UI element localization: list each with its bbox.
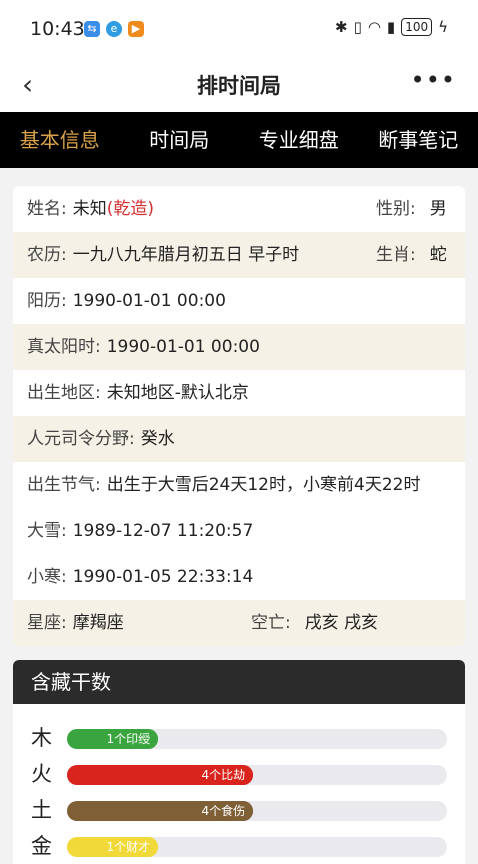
info-row-true-solar: 真太阳时: 1990-01-01 00:00 [13,324,465,370]
video-app-icon: ▶ [128,21,144,37]
bar-track: 4个食伤 [67,801,447,821]
kongwang-value: 戌亥 戌亥 [305,613,378,633]
true-solar-value: 1990-01-01 00:00 [107,337,260,357]
bar-track: 1个印绶 [67,729,447,749]
nav-bar: ‹ 排时间局 ••• [0,58,478,112]
siling-value: 癸水 [141,429,175,449]
element-name: 木 [31,722,52,752]
info-row-region: 出生地区: 未知地区-默认北京 [13,370,465,416]
xiaohan-value: 1990-01-05 22:33:14 [73,567,254,587]
basic-info-card: 姓名: 未知(乾造) 性别: 男 农历: 一九八九年腊月初五日 早子时 生肖: 蛇 阳历… [13,186,465,646]
info-row-daxue: 大雪: 1989-12-07 11:20:57 [13,508,465,554]
star-value: 摩羯座 [73,613,124,633]
info-row-solar: 阳历: 1990-01-01 00:00 [13,278,465,324]
bar-fill: 4个食伤 [67,801,253,821]
charging-icon: ϟ [438,18,448,36]
gender-label: 性别: [376,199,416,219]
bar-track: 1个财才 [67,837,447,857]
bar-label: 1个印绶 [99,729,159,749]
battery-icon: 100 [401,18,432,36]
star-label: 星座: [27,613,67,633]
hidden-stems-bars: 木 1个印绶 火 4个比劫 土 4个食伤 金 1个财才 [13,704,465,864]
bar-fill: 1个印绶 [67,729,158,749]
solar-label: 阳历: [27,291,67,311]
tab-bar: 基本信息 时间局 专业细盘 断事笔记 [0,112,478,168]
vibrate-icon: ▯ [354,18,362,36]
stem-row-wood: 木 1个印绶 [31,726,451,750]
bar-label: 4个食伤 [194,801,254,821]
info-row-name: 姓名: 未知(乾造) 性别: 男 [13,186,465,232]
info-row-star: 星座: 摩羯座 空亡: 戌亥 戌亥 [13,600,465,646]
name-tag: (乾造) [107,199,154,219]
gender-field: 性别: 男 [376,186,447,232]
info-row-xiaohan: 小寒: 1990-01-05 22:33:14 [13,554,465,600]
name-label: 姓名: [27,199,67,219]
usb-icon: ⇆ [84,21,100,37]
kongwang-field: 空亡: 戌亥 戌亥 [251,600,378,646]
element-name: 火 [31,758,52,788]
bar-fill: 4个比劫 [67,765,253,785]
tab-basic-info[interactable]: 基本信息 [0,112,120,168]
status-time: 10:43 [30,18,85,40]
wifi-icon: ◠ [368,18,381,36]
status-right: ✱ ▯ ◠ ▮ 100 ϟ [335,18,448,36]
lunar-label: 农历: [27,245,67,265]
siling-label: 人元司令分野: [27,429,135,449]
tab-notes[interactable]: 断事笔记 [359,112,478,168]
true-solar-label: 真太阳时: [27,337,101,357]
bar-label: 1个财才 [99,837,159,857]
stem-row-metal: 金 1个财才 [31,834,451,858]
page-title: 排时间局 [0,70,478,100]
name-value: 未知 [73,199,107,219]
gender-value: 男 [430,199,447,219]
jieqi-label: 出生节气: [27,475,101,495]
stem-row-earth: 土 4个食伤 [31,798,451,822]
element-name: 土 [31,794,52,824]
bluetooth-icon: ✱ [335,18,348,36]
zodiac-value: 蛇 [430,245,447,265]
jieqi-value: 出生于大雪后24天12时，小寒前4天22时 [107,475,421,495]
info-row-lunar: 农历: 一九八九年腊月初五日 早子时 生肖: 蛇 [13,232,465,278]
daxue-label: 大雪: [27,521,67,541]
daxue-value: 1989-12-07 11:20:57 [73,521,254,541]
bar-label: 4个比劫 [194,765,254,785]
stem-row-fire: 火 4个比劫 [31,762,451,786]
sim-icon: ▮ [387,18,395,36]
bar-track: 4个比劫 [67,765,447,785]
info-row-jieqi: 出生节气: 出生于大雪后24天12时，小寒前4天22时 [13,462,465,508]
bar-fill: 1个财才 [67,837,158,857]
lunar-value: 一九八九年腊月初五日 早子时 [73,245,299,265]
more-options-icon[interactable]: ••• [411,66,456,94]
region-value: 未知地区-默认北京 [107,383,249,403]
hidden-stems-header: 含藏干数 [13,660,465,704]
tab-professional[interactable]: 专业细盘 [239,112,359,168]
status-bar: 10:43 ⇆ e ▶ ✱ ▯ ◠ ▮ 100 ϟ [0,0,478,58]
xiaohan-label: 小寒: [27,567,67,587]
kongwang-label: 空亡: [251,613,291,633]
solar-value: 1990-01-01 00:00 [73,291,226,311]
browser-icon: e [106,21,122,37]
region-label: 出生地区: [27,383,101,403]
zodiac-label: 生肖: [376,245,416,265]
zodiac-field: 生肖: 蛇 [376,232,447,278]
info-row-siling: 人元司令分野: 癸水 [13,416,465,462]
element-name: 金 [31,830,52,860]
tab-time-chart[interactable]: 时间局 [120,112,240,168]
